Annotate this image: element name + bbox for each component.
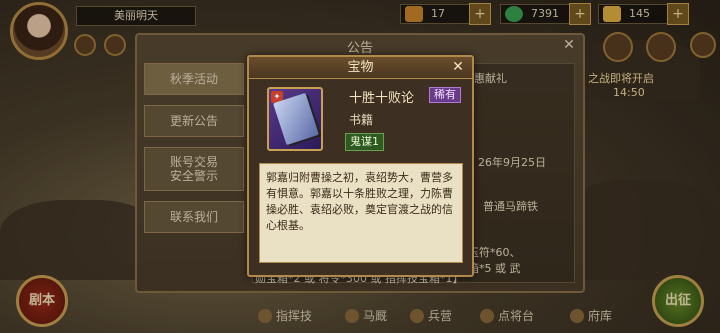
rarity-badge: 稀有 (429, 87, 461, 103)
book-item-icon: ✦ (267, 87, 323, 151)
item-name: 十胜十败论 (349, 91, 415, 106)
item-description: 郭嘉归附曹操之初，袁绍势大，曹营多有惧意。郭嘉以十条胜败之理，力陈曹操必胜、袁绍… (259, 163, 463, 263)
item-type: 书籍 (349, 113, 374, 127)
treasure-popup: 宝物 ✕ ✦ 十胜十败论 稀有 书籍 鬼谋1 郭嘉归附曹操之初，袁绍势大，曹营多… (247, 55, 474, 277)
skill-tag: 鬼谋1 (345, 133, 384, 151)
book-icon (273, 92, 319, 146)
popup-close-icon[interactable]: ✕ (450, 59, 466, 75)
popup-title: 宝物 (249, 57, 472, 79)
